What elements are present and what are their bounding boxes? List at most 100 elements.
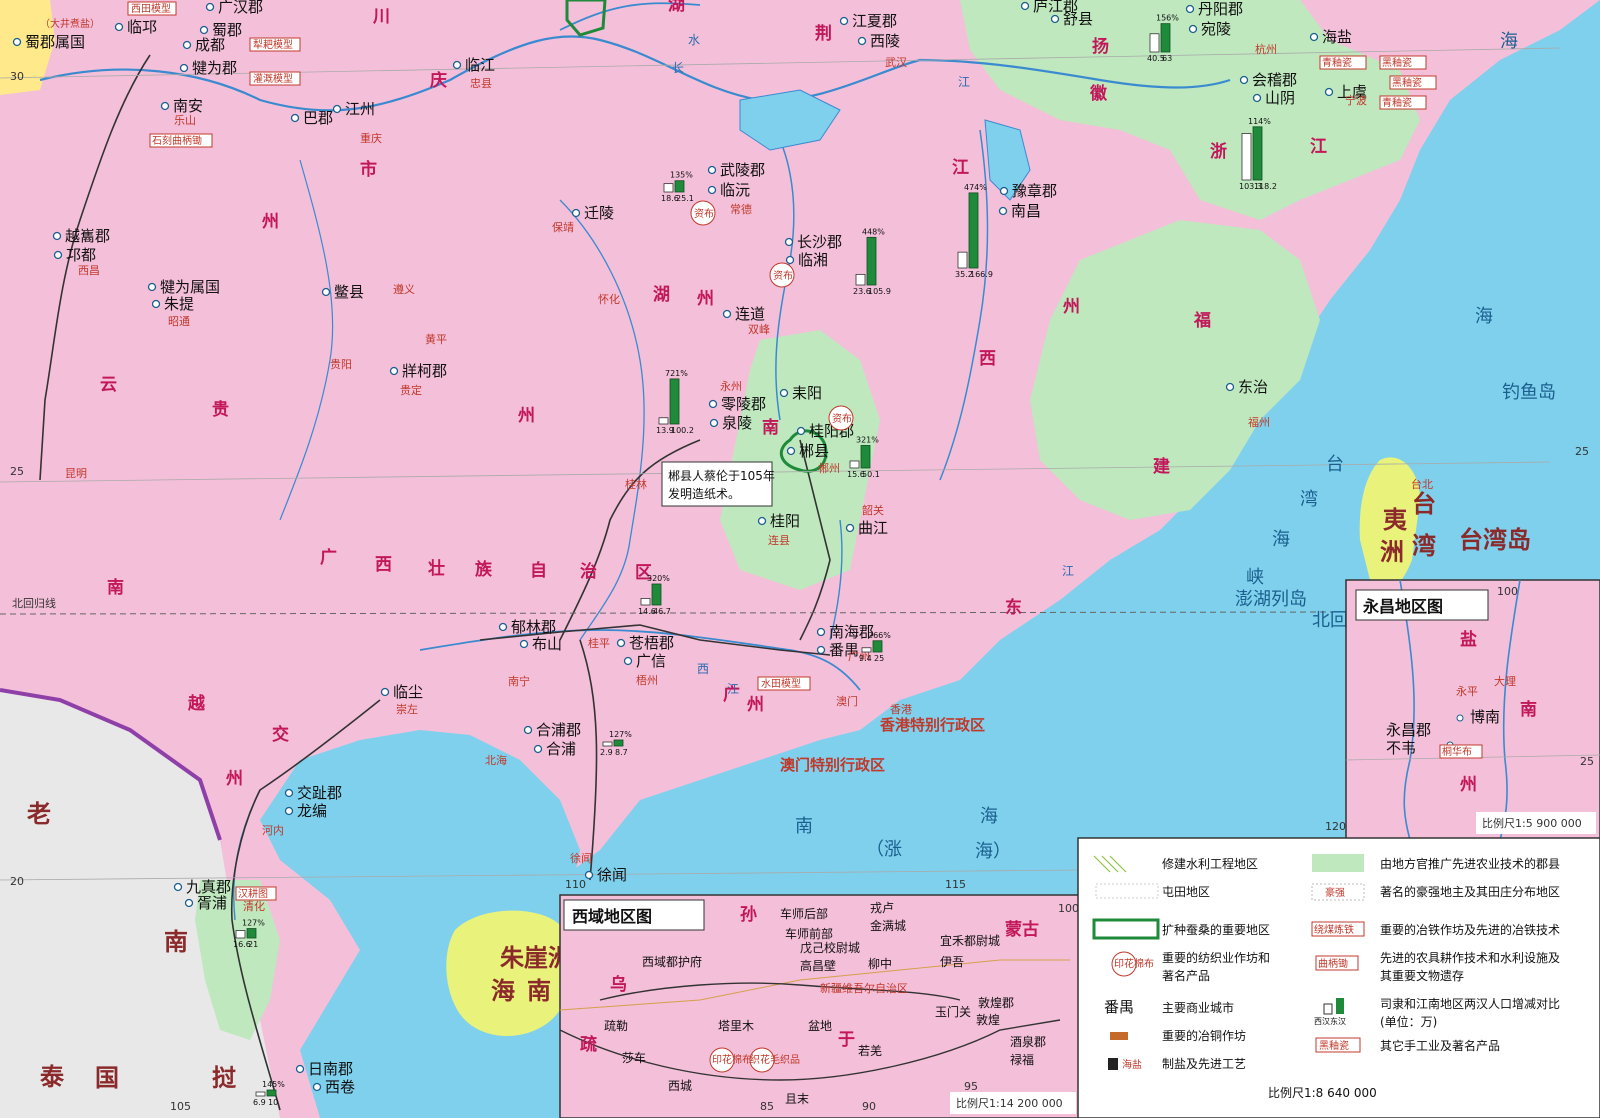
sea-label: 峡 bbox=[1246, 567, 1264, 588]
place-label: 犍为属国 bbox=[160, 278, 220, 296]
place-label: 临邛 bbox=[127, 18, 157, 36]
place-label-dot bbox=[584, 870, 594, 880]
bar-pct-label: 156% bbox=[1156, 14, 1179, 23]
place-label: 朱提 bbox=[164, 295, 194, 313]
province-label: 州 bbox=[1062, 297, 1080, 317]
place-label-dot bbox=[707, 185, 717, 195]
place-label: 豫章郡 bbox=[1012, 182, 1057, 200]
place-label: 临尘 bbox=[393, 683, 423, 701]
place-label-dot bbox=[571, 208, 581, 218]
place-label: 南昌 bbox=[1011, 202, 1041, 220]
bar-pct-label: 114% bbox=[1248, 117, 1271, 126]
legend-scale: 比例尺1:8 640 000 bbox=[1268, 1086, 1377, 1100]
legend-sample-iron: 绕煤炼铁 bbox=[1314, 923, 1354, 936]
place-label-dot bbox=[284, 806, 294, 816]
bar-east-han bbox=[872, 640, 883, 653]
place-label-dot bbox=[1050, 14, 1060, 24]
province-label: 治 bbox=[580, 561, 597, 582]
bar-west-han bbox=[235, 930, 246, 939]
place-label-dot bbox=[709, 418, 719, 428]
place-label: 江夏郡 bbox=[852, 12, 897, 30]
sea-label: （涨 bbox=[866, 839, 902, 860]
sea-label: 海） bbox=[975, 841, 1011, 862]
xiyu-tick-1: 85 bbox=[760, 1100, 774, 1113]
tag-hangengtu: 汉耕图 bbox=[238, 887, 268, 900]
country-label: 台湾岛 bbox=[1459, 526, 1531, 554]
xiyu-place-23: 塔里木 bbox=[718, 1019, 754, 1033]
yongchang-modern-1: 大理 bbox=[1494, 674, 1516, 688]
place-label: 曲江 bbox=[858, 519, 888, 537]
country-label: 挝 bbox=[212, 1064, 237, 1092]
province-label: 贵 bbox=[212, 399, 229, 420]
modern-place-label: 北海 bbox=[485, 753, 507, 767]
legend-sample-textile: 印花棉布 bbox=[1114, 957, 1154, 970]
modern-place-label: 郴州 bbox=[818, 461, 840, 475]
tag-cong-2: 资布 bbox=[773, 270, 793, 282]
xiyu-label-3: 乌 bbox=[610, 974, 627, 995]
bar-west-han bbox=[255, 1091, 266, 1097]
place-label: 鳖县 bbox=[334, 283, 364, 301]
river-label: 江 bbox=[958, 75, 970, 89]
tag-cong-3: 资布 bbox=[832, 413, 852, 425]
province-label: 南 bbox=[762, 417, 779, 438]
place-label-dot bbox=[779, 388, 789, 398]
country-label: 南 bbox=[527, 977, 551, 1005]
bar-pct-label: 321% bbox=[856, 435, 879, 444]
bar-east-value: 46.7 bbox=[653, 607, 671, 616]
tag-shike: 石刻曲柄锄 bbox=[152, 134, 202, 147]
bar-east-han bbox=[866, 236, 877, 286]
callout-line-1: 郴县人蔡伦于105年 bbox=[668, 468, 775, 483]
modern-place-label: 梧州 bbox=[636, 673, 658, 687]
place-label-dot bbox=[707, 165, 717, 175]
place-label: 长沙郡 bbox=[797, 233, 842, 251]
grid-label-120: 120 bbox=[1325, 820, 1346, 833]
river-label: 江 bbox=[1062, 564, 1074, 578]
place-label-dot bbox=[616, 638, 626, 648]
bar-pct-label: 721% bbox=[665, 369, 688, 378]
grid-label-115: 115 bbox=[945, 878, 966, 891]
place-label: 西陵 bbox=[870, 32, 900, 50]
place-label-dot bbox=[1188, 24, 1198, 34]
xiyu-place-24: 盆地 bbox=[808, 1019, 832, 1033]
place-label-dot bbox=[816, 645, 826, 655]
country-label: 老 bbox=[27, 800, 51, 828]
xiyu-place-20: 戎卢 bbox=[870, 900, 894, 915]
bar-west-han bbox=[658, 417, 669, 425]
place-label-dot bbox=[722, 309, 732, 319]
place-label: 耒阳 bbox=[792, 384, 822, 402]
grid-label-110: 110 bbox=[565, 878, 586, 891]
province-label: 越 bbox=[187, 693, 206, 714]
province-label: 州 bbox=[517, 406, 535, 426]
modern-place-label: 河内 bbox=[262, 823, 284, 837]
xiyu-place-1: 戊己校尉城 bbox=[800, 940, 860, 955]
place-label: 零陵郡 bbox=[721, 395, 766, 413]
yongchang-tick-0: 100 bbox=[1497, 585, 1518, 598]
bar-east-value: 25 bbox=[874, 654, 884, 663]
sea-label: 南 bbox=[795, 816, 813, 837]
place-label: 临沅 bbox=[720, 181, 750, 199]
tag-heiyouci-2: 黑釉瓷 bbox=[1392, 76, 1422, 89]
legend-swatch-donghan bbox=[1336, 998, 1344, 1014]
modern-place-label: 清化 bbox=[243, 899, 265, 913]
legend-swatch-copper bbox=[1110, 1032, 1128, 1040]
modern-place-label: 福州 bbox=[1248, 415, 1270, 429]
province-label: 州 bbox=[225, 769, 243, 789]
grid-label-25: 25 bbox=[10, 465, 24, 478]
place-label-dot bbox=[857, 36, 867, 46]
place-label: 临湘 bbox=[798, 251, 828, 269]
place-label-dot bbox=[205, 2, 215, 12]
xiyu-tick-2: 90 bbox=[862, 1100, 876, 1113]
place-label: 龙编 bbox=[297, 802, 327, 820]
modern-place-label: 黄平 bbox=[425, 332, 447, 346]
place-label: 合浦郡 bbox=[536, 721, 581, 739]
bar-west-han bbox=[663, 183, 674, 193]
legend-sample-ceramic: 黑釉瓷 bbox=[1319, 1039, 1349, 1052]
province-label: 庆 bbox=[430, 70, 447, 91]
modern-place-label: 西昌 bbox=[78, 264, 100, 277]
province-label: 徽 bbox=[1089, 83, 1108, 104]
tag-shuitian: 水田模型 bbox=[761, 677, 801, 690]
country-label: 泰 bbox=[40, 1063, 65, 1091]
country-label: 南 bbox=[164, 928, 188, 956]
yongchang-label-5: 州 bbox=[1459, 775, 1477, 795]
xiyu-label-2: 蒙古 bbox=[1005, 919, 1039, 940]
